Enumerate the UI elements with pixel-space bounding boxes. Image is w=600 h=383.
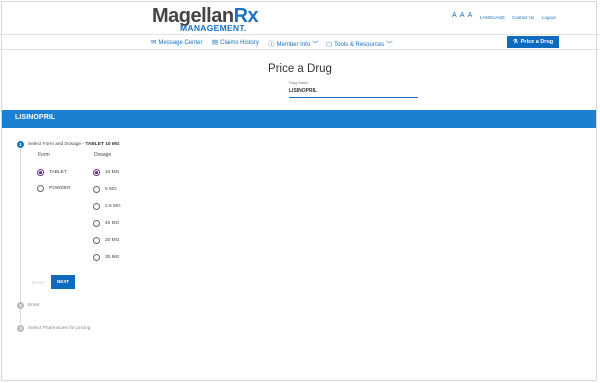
dosage-option-label: 10 MG — [105, 170, 120, 175]
chevron-down-icon: ﹀ — [312, 41, 319, 48]
text-size-control[interactable]: A A A — [452, 12, 473, 19]
page-title: Price a Drug — [268, 63, 332, 75]
nav-member-info[interactable]: ⓘ Member Info ﹀ — [268, 38, 321, 48]
form-column-header: Form — [38, 152, 50, 158]
nav-label: Claims History — [220, 40, 259, 46]
nav-tools-resources[interactable]: ▢ Tools & Resources ﹀ — [326, 38, 395, 48]
logout-link[interactable]: Logout — [542, 15, 556, 20]
nav-label: Member Info — [276, 42, 311, 48]
dosage-option-label: 2.5 MG — [105, 204, 121, 209]
step-3-label: Select Pharmacies for pricing — [28, 326, 91, 331]
step-3-indicator: 3 — [17, 325, 24, 332]
step-1-indicator: 1 — [17, 141, 24, 148]
dosage-option-label: 5 MG — [105, 187, 117, 192]
envelope-icon: ✉ — [151, 39, 157, 46]
chevron-down-icon: ﹀ — [386, 41, 393, 48]
nav-message-center[interactable]: ✉ Message Center — [151, 38, 202, 46]
stepper-line — [20, 149, 21, 324]
dosage-radio-30mg[interactable] — [93, 254, 100, 261]
step-1-selection: TABLET 10 MG — [85, 142, 120, 147]
drug-name-input[interactable]: LISINOPRIL — [289, 88, 317, 94]
dosage-option-label: 40 MG — [105, 221, 120, 226]
drug-name-underline — [289, 97, 418, 98]
dosage-radio-2-5mg[interactable] — [93, 203, 100, 210]
pill-icon: ⚗ — [512, 39, 518, 45]
dosage-radio-40mg[interactable] — [93, 220, 100, 227]
form-option-label: POWDER — [49, 186, 71, 191]
dosage-radio-5mg[interactable] — [93, 186, 100, 193]
price-a-drug-button[interactable]: ⚗ Price a Drug — [507, 36, 559, 48]
main-navigation: ✉ Message Center ▤ Claims History ⓘ Member … — [0, 34, 600, 50]
folder-icon: ▢ — [326, 41, 333, 48]
drug-banner-title: LISINOPRIL — [15, 114, 56, 121]
info-icon: ⓘ — [268, 41, 275, 48]
step-2-label: Enter — [28, 303, 40, 308]
step-1-text: Select Form and Dosage - — [28, 142, 86, 147]
step-1-label: Select Form and Dosage - TABLET 10 MG — [28, 142, 120, 147]
magellan-rx-logo[interactable]: MagellanRx MANAGEMENT. — [152, 6, 272, 34]
page-frame — [1, 1, 597, 381]
drug-banner: LISINOPRIL — [2, 110, 596, 128]
dosage-radio-20mg[interactable] — [93, 237, 100, 244]
language-link[interactable]: LANGUAGE — [480, 15, 505, 20]
logo-text-management: MANAGEMENT. — [180, 23, 247, 33]
nav-label: Message Center — [158, 40, 203, 46]
dosage-column-header: Dosage — [94, 152, 112, 158]
contact-us-link[interactable]: Contact Us — [512, 15, 534, 20]
price-a-drug-label: Price a Drug — [520, 39, 554, 45]
form-option-label: TABLET — [49, 170, 67, 175]
back-button[interactable]: BACK — [32, 280, 44, 285]
step-2-indicator: 2 — [17, 302, 24, 309]
form-radio-powder[interactable] — [37, 185, 44, 192]
drug-name-label: Drug Name — [289, 81, 309, 85]
nav-claims-history[interactable]: ▤ Claims History — [212, 38, 259, 46]
dosage-radio-10mg[interactable] — [93, 169, 100, 176]
dosage-option-label: 20 MG — [105, 238, 120, 243]
nav-label: Tools & Resources — [334, 42, 385, 48]
form-radio-tablet[interactable] — [37, 169, 44, 176]
dosage-option-label: 30 MG — [105, 255, 120, 260]
calendar-icon: ▤ — [212, 39, 219, 46]
next-button[interactable]: NEXT — [51, 275, 75, 289]
